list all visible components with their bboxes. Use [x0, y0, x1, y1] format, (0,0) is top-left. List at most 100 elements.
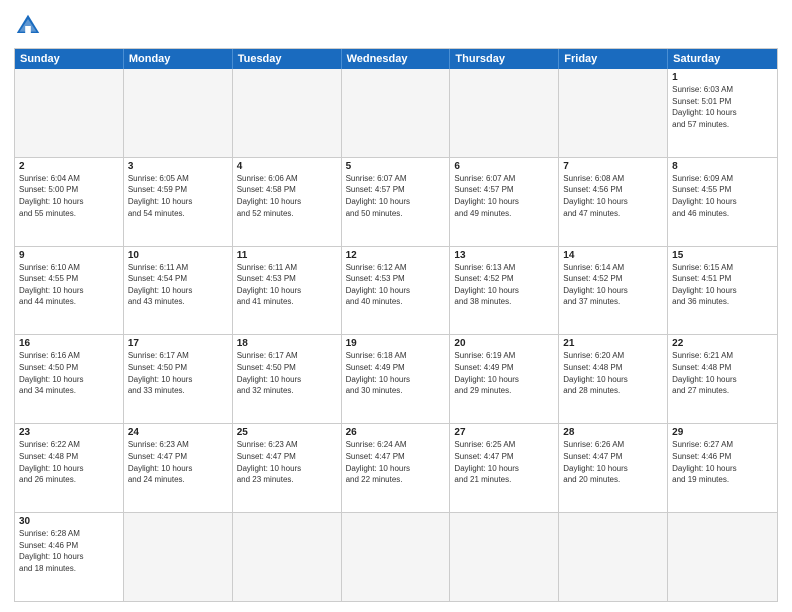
cal-week-6: 30Sunrise: 6:28 AM Sunset: 4:46 PM Dayli… — [15, 512, 777, 601]
logo — [14, 12, 46, 40]
cal-day-2: 2Sunrise: 6:04 AM Sunset: 5:00 PM Daylig… — [15, 158, 124, 246]
cal-week-3: 9Sunrise: 6:10 AM Sunset: 4:55 PM Daylig… — [15, 246, 777, 335]
day-info: Sunrise: 6:26 AM Sunset: 4:47 PM Dayligh… — [563, 439, 663, 485]
day-number: 3 — [128, 161, 228, 172]
calendar-body: 1Sunrise: 6:03 AM Sunset: 5:01 PM Daylig… — [15, 69, 777, 601]
day-info: Sunrise: 6:23 AM Sunset: 4:47 PM Dayligh… — [128, 439, 228, 485]
day-info: Sunrise: 6:05 AM Sunset: 4:59 PM Dayligh… — [128, 173, 228, 219]
day-info: Sunrise: 6:25 AM Sunset: 4:47 PM Dayligh… — [454, 439, 554, 485]
day-number: 18 — [237, 338, 337, 349]
day-info: Sunrise: 6:16 AM Sunset: 4:50 PM Dayligh… — [19, 350, 119, 396]
cal-day-19: 19Sunrise: 6:18 AM Sunset: 4:49 PM Dayli… — [342, 335, 451, 423]
day-number: 6 — [454, 161, 554, 172]
day-number: 29 — [672, 427, 773, 438]
day-number: 14 — [563, 250, 663, 261]
day-number: 28 — [563, 427, 663, 438]
cal-header-monday: Monday — [124, 49, 233, 69]
cal-empty — [450, 513, 559, 601]
day-info: Sunrise: 6:19 AM Sunset: 4:49 PM Dayligh… — [454, 350, 554, 396]
day-info: Sunrise: 6:04 AM Sunset: 5:00 PM Dayligh… — [19, 173, 119, 219]
day-number: 7 — [563, 161, 663, 172]
page: SundayMondayTuesdayWednesdayThursdayFrid… — [0, 0, 792, 612]
calendar-header: SundayMondayTuesdayWednesdayThursdayFrid… — [15, 49, 777, 69]
cal-day-13: 13Sunrise: 6:13 AM Sunset: 4:52 PM Dayli… — [450, 247, 559, 335]
cal-day-24: 24Sunrise: 6:23 AM Sunset: 4:47 PM Dayli… — [124, 424, 233, 512]
day-number: 24 — [128, 427, 228, 438]
day-number: 21 — [563, 338, 663, 349]
cal-header-wednesday: Wednesday — [342, 49, 451, 69]
day-info: Sunrise: 6:22 AM Sunset: 4:48 PM Dayligh… — [19, 439, 119, 485]
day-number: 17 — [128, 338, 228, 349]
cal-day-7: 7Sunrise: 6:08 AM Sunset: 4:56 PM Daylig… — [559, 158, 668, 246]
day-info: Sunrise: 6:12 AM Sunset: 4:53 PM Dayligh… — [346, 262, 446, 308]
cal-day-21: 21Sunrise: 6:20 AM Sunset: 4:48 PM Dayli… — [559, 335, 668, 423]
day-info: Sunrise: 6:10 AM Sunset: 4:55 PM Dayligh… — [19, 262, 119, 308]
day-info: Sunrise: 6:09 AM Sunset: 4:55 PM Dayligh… — [672, 173, 773, 219]
day-number: 25 — [237, 427, 337, 438]
day-info: Sunrise: 6:11 AM Sunset: 4:54 PM Dayligh… — [128, 262, 228, 308]
day-number: 12 — [346, 250, 446, 261]
day-number: 19 — [346, 338, 446, 349]
cal-day-11: 11Sunrise: 6:11 AM Sunset: 4:53 PM Dayli… — [233, 247, 342, 335]
cal-header-friday: Friday — [559, 49, 668, 69]
day-number: 16 — [19, 338, 119, 349]
day-number: 10 — [128, 250, 228, 261]
calendar: SundayMondayTuesdayWednesdayThursdayFrid… — [14, 48, 778, 602]
cal-day-9: 9Sunrise: 6:10 AM Sunset: 4:55 PM Daylig… — [15, 247, 124, 335]
day-number: 26 — [346, 427, 446, 438]
cal-day-6: 6Sunrise: 6:07 AM Sunset: 4:57 PM Daylig… — [450, 158, 559, 246]
day-number: 27 — [454, 427, 554, 438]
day-info: Sunrise: 6:06 AM Sunset: 4:58 PM Dayligh… — [237, 173, 337, 219]
day-info: Sunrise: 6:08 AM Sunset: 4:56 PM Dayligh… — [563, 173, 663, 219]
cal-empty — [124, 513, 233, 601]
cal-day-5: 5Sunrise: 6:07 AM Sunset: 4:57 PM Daylig… — [342, 158, 451, 246]
cal-day-28: 28Sunrise: 6:26 AM Sunset: 4:47 PM Dayli… — [559, 424, 668, 512]
day-info: Sunrise: 6:23 AM Sunset: 4:47 PM Dayligh… — [237, 439, 337, 485]
cal-day-22: 22Sunrise: 6:21 AM Sunset: 4:48 PM Dayli… — [668, 335, 777, 423]
day-info: Sunrise: 6:07 AM Sunset: 4:57 PM Dayligh… — [454, 173, 554, 219]
cal-empty — [450, 69, 559, 157]
cal-day-4: 4Sunrise: 6:06 AM Sunset: 4:58 PM Daylig… — [233, 158, 342, 246]
day-number: 1 — [672, 72, 773, 83]
cal-header-saturday: Saturday — [668, 49, 777, 69]
cal-header-thursday: Thursday — [450, 49, 559, 69]
cal-empty — [233, 69, 342, 157]
day-info: Sunrise: 6:18 AM Sunset: 4:49 PM Dayligh… — [346, 350, 446, 396]
day-number: 5 — [346, 161, 446, 172]
cal-week-2: 2Sunrise: 6:04 AM Sunset: 5:00 PM Daylig… — [15, 157, 777, 246]
day-number: 30 — [19, 516, 119, 527]
cal-day-26: 26Sunrise: 6:24 AM Sunset: 4:47 PM Dayli… — [342, 424, 451, 512]
cal-empty — [124, 69, 233, 157]
day-number: 9 — [19, 250, 119, 261]
day-number: 8 — [672, 161, 773, 172]
logo-icon — [14, 12, 42, 40]
cal-empty — [15, 69, 124, 157]
cal-header-sunday: Sunday — [15, 49, 124, 69]
cal-empty — [342, 69, 451, 157]
cal-day-1: 1Sunrise: 6:03 AM Sunset: 5:01 PM Daylig… — [668, 69, 777, 157]
cal-day-23: 23Sunrise: 6:22 AM Sunset: 4:48 PM Dayli… — [15, 424, 124, 512]
cal-week-1: 1Sunrise: 6:03 AM Sunset: 5:01 PM Daylig… — [15, 69, 777, 157]
cal-day-15: 15Sunrise: 6:15 AM Sunset: 4:51 PM Dayli… — [668, 247, 777, 335]
day-info: Sunrise: 6:17 AM Sunset: 4:50 PM Dayligh… — [237, 350, 337, 396]
cal-week-5: 23Sunrise: 6:22 AM Sunset: 4:48 PM Dayli… — [15, 423, 777, 512]
day-info: Sunrise: 6:20 AM Sunset: 4:48 PM Dayligh… — [563, 350, 663, 396]
cal-empty — [559, 513, 668, 601]
cal-day-29: 29Sunrise: 6:27 AM Sunset: 4:46 PM Dayli… — [668, 424, 777, 512]
cal-day-10: 10Sunrise: 6:11 AM Sunset: 4:54 PM Dayli… — [124, 247, 233, 335]
cal-empty — [668, 513, 777, 601]
header — [14, 12, 778, 40]
cal-empty — [342, 513, 451, 601]
day-number: 2 — [19, 161, 119, 172]
day-info: Sunrise: 6:11 AM Sunset: 4:53 PM Dayligh… — [237, 262, 337, 308]
cal-day-3: 3Sunrise: 6:05 AM Sunset: 4:59 PM Daylig… — [124, 158, 233, 246]
day-info: Sunrise: 6:14 AM Sunset: 4:52 PM Dayligh… — [563, 262, 663, 308]
day-info: Sunrise: 6:24 AM Sunset: 4:47 PM Dayligh… — [346, 439, 446, 485]
day-info: Sunrise: 6:21 AM Sunset: 4:48 PM Dayligh… — [672, 350, 773, 396]
day-number: 4 — [237, 161, 337, 172]
day-number: 23 — [19, 427, 119, 438]
cal-day-16: 16Sunrise: 6:16 AM Sunset: 4:50 PM Dayli… — [15, 335, 124, 423]
cal-day-20: 20Sunrise: 6:19 AM Sunset: 4:49 PM Dayli… — [450, 335, 559, 423]
cal-day-17: 17Sunrise: 6:17 AM Sunset: 4:50 PM Dayli… — [124, 335, 233, 423]
day-info: Sunrise: 6:03 AM Sunset: 5:01 PM Dayligh… — [672, 84, 773, 130]
